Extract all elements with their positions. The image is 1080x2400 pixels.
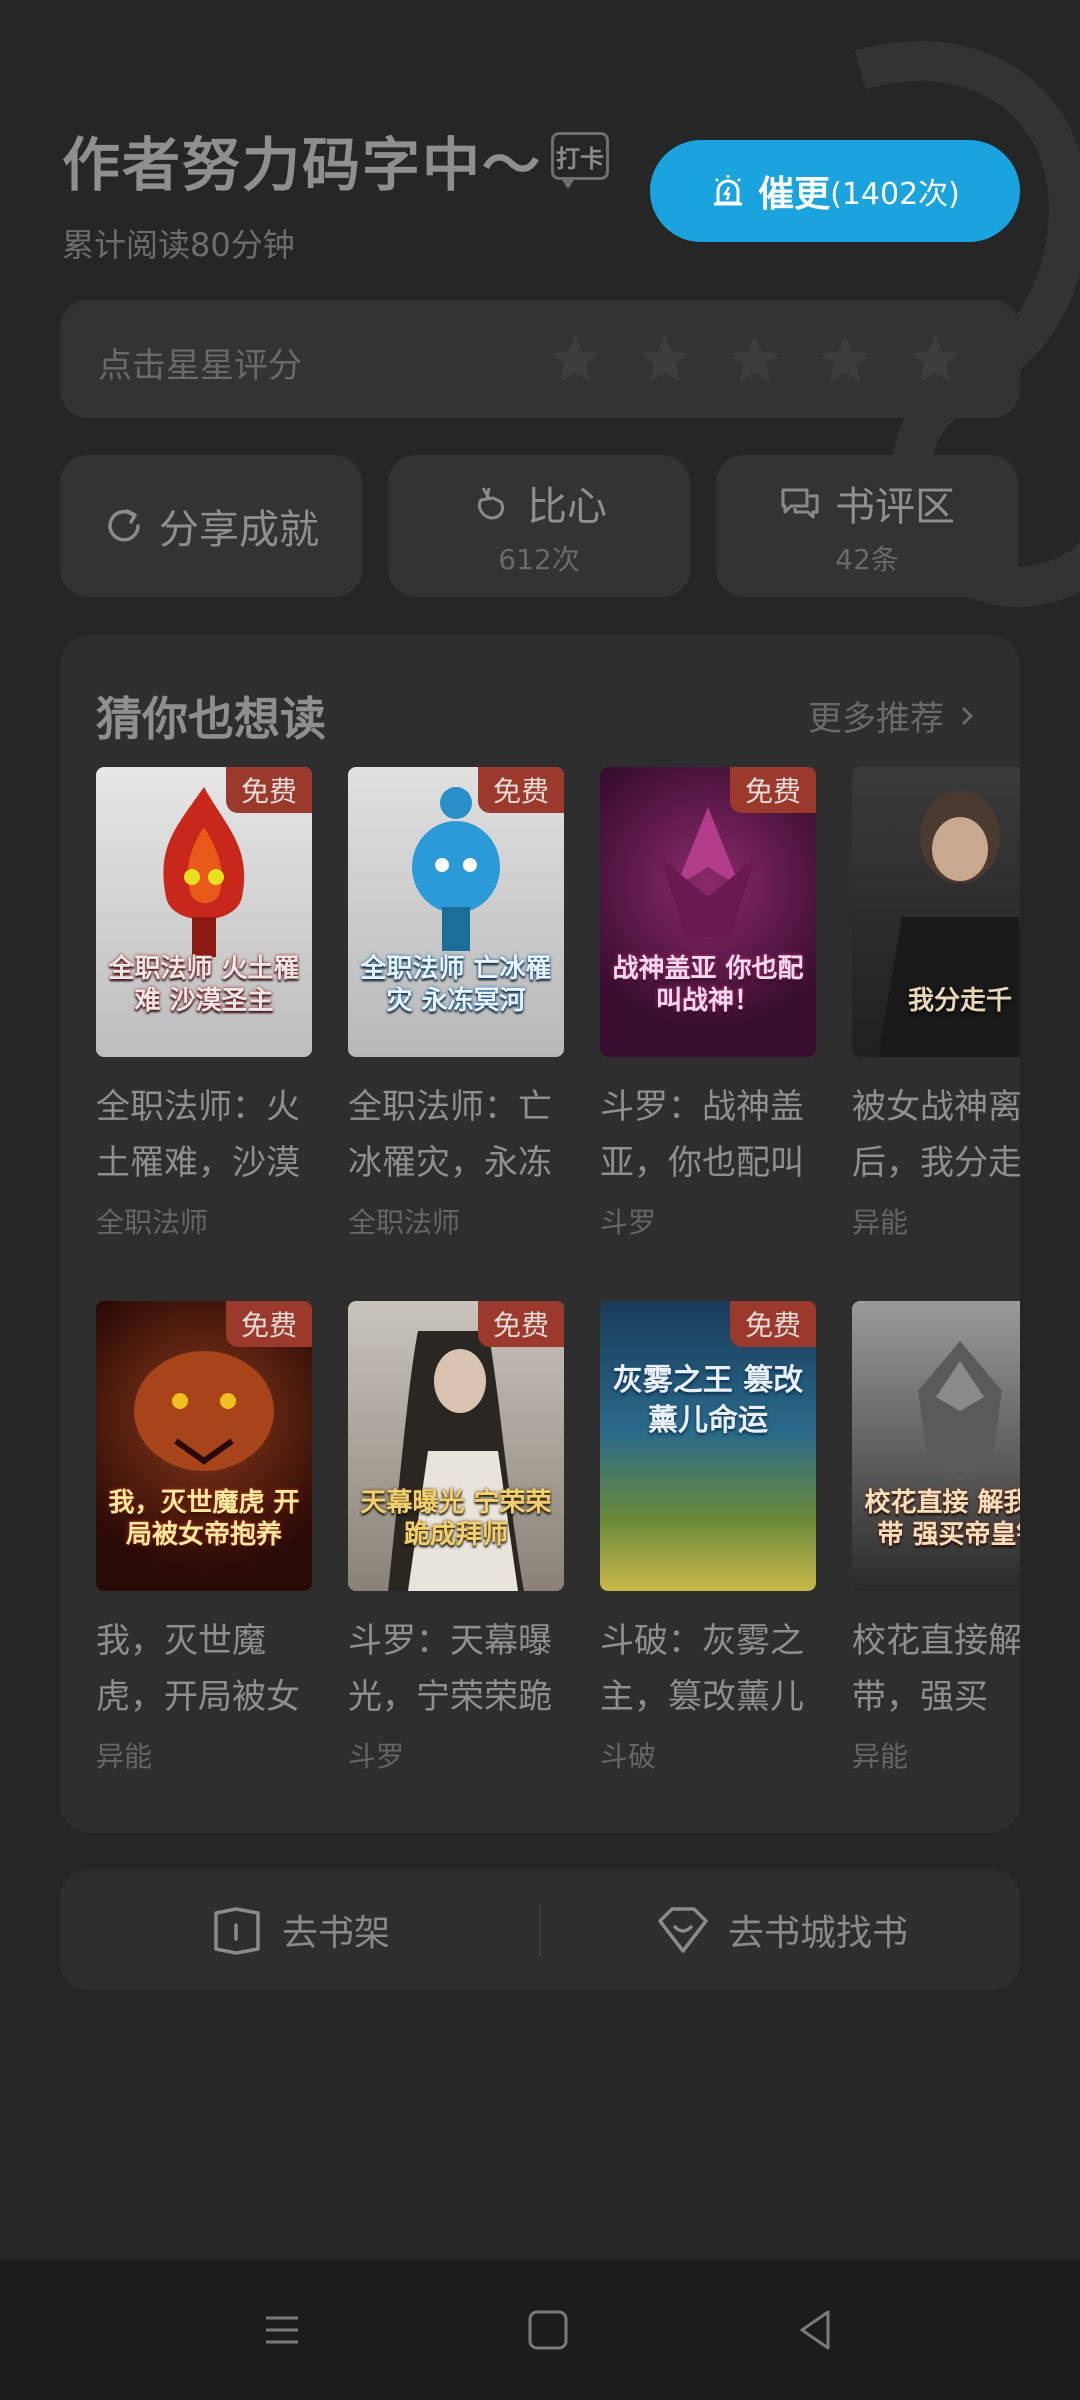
cover-title: 全职法师 亡冰罹灾 永冻冥河 [360, 954, 552, 1016]
recommendation-card: 猜你也想读 更多推荐 全职法师 火土罹难 沙漠圣主 免费 全职法师：火土罹难，沙… [60, 635, 1020, 1833]
book-title: 斗罗：天幕曝光，宁荣荣跪 [348, 1621, 552, 1717]
book-title: 校花直接解腰带，强买 [852, 1621, 1020, 1717]
recommendation-title: 猜你也想读 [96, 692, 326, 746]
system-navigation-bar [0, 2260, 1080, 2400]
book-cover: 天幕曝光 宁荣荣跪成拜师 免费 [348, 1301, 564, 1591]
book-category: 异能 [96, 1740, 153, 1773]
finger-heart-button[interactable]: 比心 612次 [388, 455, 690, 597]
alarm-icon [714, 175, 743, 206]
action-label: 分享成就 [159, 507, 319, 553]
comment-icon [781, 488, 819, 519]
cover-title: 我分走千 [907, 986, 1012, 1016]
go-bookstore-button[interactable]: 去书城找书 [656, 1870, 908, 1990]
book-category: 全职法师 [96, 1206, 209, 1239]
comments-button[interactable]: 书评区 42条 [716, 455, 1018, 597]
chevron-right-icon [961, 706, 974, 725]
cover-title: 灰雾之王 篡改薰儿命运 [612, 1363, 804, 1438]
book-category: 斗罗 [600, 1206, 657, 1239]
reading-time: 累计阅读80分钟 [62, 226, 295, 264]
bottom-actions: 去书架 去书城找书 [60, 1870, 1020, 1990]
free-badge: 免费 [730, 767, 816, 813]
finger-heart-count: 612次 [498, 543, 580, 576]
cover-title: 天幕曝光 宁荣荣跪成拜师 [360, 1488, 552, 1550]
book-card[interactable]: 全职法师 亡冰罹灾 永冻冥河 免费 全职法师：亡冰罹灾，永冻 全职法师 [348, 767, 564, 1241]
comment-count: 42条 [835, 543, 899, 576]
book-cover: 全职法师 火土罹难 沙漠圣主 免费 [96, 767, 312, 1057]
book-card[interactable]: 全职法师 火土罹难 沙漠圣主 免费 全职法师：火土罹难，沙漠 全职法师 [96, 767, 312, 1241]
book-category: 异能 [852, 1206, 909, 1239]
urge-label: 催更 [758, 174, 831, 215]
cover-title: 全职法师 火土罹难 沙漠圣主 [108, 954, 300, 1016]
free-badge: 免费 [730, 1301, 816, 1347]
book-cover: 我，灭世魔虎 开局被女帝抱养 免费 [96, 1301, 312, 1591]
free-badge: 免费 [226, 1301, 312, 1347]
cover-title: 战神盖亚 你也配叫战神！ [612, 954, 804, 1016]
book-title: 我，灭世魔虎，开局被女 [96, 1621, 300, 1717]
star-icon[interactable] [906, 330, 964, 388]
book-card[interactable]: 我，灭世魔虎 开局被女帝抱养 免费 我，灭世魔虎，开局被女 异能 [96, 1301, 312, 1775]
book-title: 被女战神离后，我分走 [852, 1087, 1020, 1183]
book-title: 全职法师：火土罹难，沙漠 [96, 1087, 300, 1183]
cover-title: 我，灭世魔虎 开局被女帝抱养 [108, 1488, 300, 1550]
book-icon [214, 1907, 260, 1955]
star-icon[interactable] [636, 330, 694, 388]
share-achievement-button[interactable]: 分享成就 [60, 455, 362, 597]
urge-update-button[interactable]: 催更 (1402次) [650, 140, 1020, 242]
book-cover: 灰雾之王 篡改薰儿命运 免费 [600, 1301, 816, 1591]
book-cover: 校花直接 解我腰带 强买帝皇铠 会 [852, 1301, 1020, 1591]
bottom-label: 去书架 [282, 1913, 391, 1954]
book-title: 斗罗：战神盖亚，你也配叫 [600, 1087, 804, 1183]
book-cover: 我分走千 会 [852, 767, 1020, 1057]
star-icon[interactable] [726, 330, 784, 388]
finger-heart-icon [477, 487, 505, 520]
book-cover: 战神盖亚 你也配叫战神！ 免费 [600, 767, 816, 1057]
action-label: 书评区 [835, 484, 955, 530]
free-badge: 免费 [478, 1301, 564, 1347]
checkin-tag[interactable]: 打卡 [551, 132, 609, 189]
menu-icon[interactable] [252, 2300, 312, 2360]
book-cover: 全职法师 亡冰罹灾 永冻冥河 免费 [348, 767, 564, 1057]
book-card[interactable]: 战神盖亚 你也配叫战神！ 免费 斗罗：战神盖亚，你也配叫 斗罗 [600, 767, 816, 1241]
divider [539, 1904, 541, 1956]
back-icon[interactable] [786, 2300, 846, 2360]
book-category: 异能 [852, 1740, 909, 1773]
page-title: 作者努力码字中～ [62, 131, 543, 199]
share-icon [108, 509, 140, 542]
more-label: 更多推荐 [808, 699, 944, 739]
free-badge: 免费 [226, 767, 312, 813]
star-icon[interactable] [546, 330, 604, 388]
book-title: 全职法师：亡冰罹灾，永冻 [348, 1087, 552, 1183]
bottom-label: 去书城找书 [728, 1913, 909, 1954]
go-bookshelf-button[interactable]: 去书架 [210, 1870, 390, 1990]
book-category: 全职法师 [348, 1206, 461, 1239]
book-category: 斗罗 [348, 1740, 405, 1773]
book-card[interactable]: 天幕曝光 宁荣荣跪成拜师 免费 斗罗：天幕曝光，宁荣荣跪 斗罗 [348, 1301, 564, 1775]
book-card[interactable]: 灰雾之王 篡改薰儿命运 免费 斗破：灰雾之主，篡改薰儿 斗破 [600, 1301, 816, 1775]
star-icon[interactable] [816, 330, 874, 388]
rating-prompt: 点击星星评分 [98, 346, 302, 386]
action-label: 比心 [527, 484, 607, 530]
book-card[interactable]: 我分走千 会 被女战神离后，我分走 异能 [852, 767, 1020, 1241]
book-category: 斗破 [600, 1740, 657, 1773]
cover-title: 校花直接 解我腰带 强买帝皇铠 [864, 1488, 1020, 1550]
home-icon[interactable] [518, 2300, 578, 2360]
book-title: 斗破：灰雾之主，篡改薰儿 [600, 1621, 804, 1717]
store-icon [658, 1907, 708, 1953]
rating-card: 点击星星评分 [60, 300, 1020, 418]
urge-count: (1402次) [830, 177, 960, 212]
more-recommendations-link[interactable]: 更多推荐 [808, 691, 980, 740]
rating-stars [546, 330, 964, 388]
book-card[interactable]: 校花直接 解我腰带 强买帝皇铠 会 校花直接解腰带，强买 异能 [852, 1301, 1020, 1775]
free-badge: 免费 [478, 767, 564, 813]
